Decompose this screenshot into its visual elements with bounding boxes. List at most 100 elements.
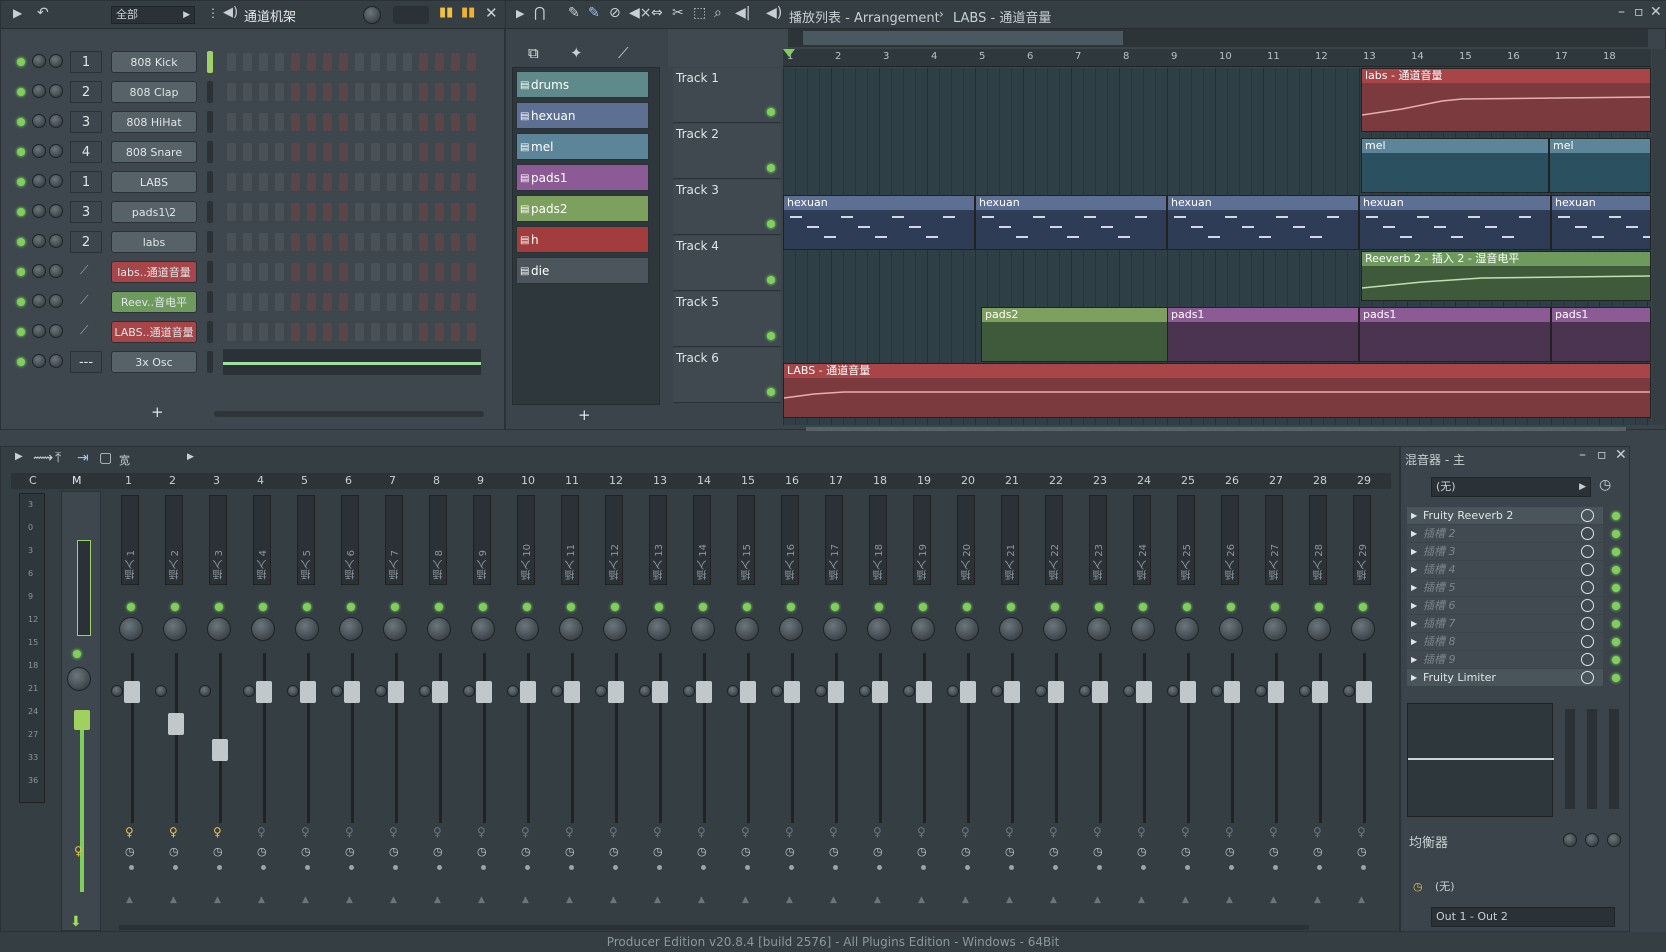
track-mute-led[interactable] bbox=[767, 276, 775, 284]
slip-icon[interactable]: ⇔ bbox=[651, 5, 663, 21]
send-arrow-icon[interactable]: ▲ bbox=[126, 895, 133, 905]
clock-icon[interactable]: ◷ bbox=[125, 845, 135, 858]
minimize-icon[interactable]: – bbox=[1618, 4, 1625, 20]
insert-enable-led[interactable] bbox=[963, 603, 971, 611]
input-dropdown[interactable]: ◷ (无) bbox=[1411, 877, 1621, 897]
channel-select-indicator[interactable] bbox=[207, 351, 213, 373]
channel-name-button[interactable]: labs bbox=[111, 231, 197, 253]
routing-icon[interactable]: ♀ bbox=[125, 825, 134, 839]
insert-enable-led[interactable] bbox=[1183, 603, 1191, 611]
track-mute-led[interactable] bbox=[767, 164, 775, 172]
send-arrow-icon[interactable]: ▲ bbox=[1182, 895, 1189, 905]
insert-enable-led[interactable] bbox=[611, 603, 619, 611]
channel-track-number[interactable]: 3 bbox=[70, 111, 102, 133]
insert-name-label[interactable]: 插入 2 bbox=[165, 495, 183, 585]
clip-track5-pads2[interactable]: pads2 bbox=[981, 307, 1173, 362]
insert-enable-led[interactable] bbox=[1359, 603, 1367, 611]
eq-band-fader-1[interactable] bbox=[1565, 709, 1575, 809]
step-button[interactable] bbox=[243, 113, 252, 131]
routing-icon[interactable]: ♀ bbox=[1005, 825, 1014, 839]
fx-slot[interactable]: ▶ 插槽 2 bbox=[1407, 525, 1620, 543]
insert-name-label[interactable]: 插入 6 bbox=[341, 495, 359, 585]
channel-led[interactable] bbox=[17, 238, 25, 246]
step-button[interactable] bbox=[291, 173, 300, 191]
step-button[interactable] bbox=[275, 53, 284, 71]
step-button[interactable] bbox=[323, 83, 332, 101]
step-button[interactable] bbox=[467, 203, 476, 221]
send-dot[interactable] bbox=[789, 865, 794, 870]
channel-led[interactable] bbox=[17, 268, 25, 276]
stereo-knob[interactable] bbox=[287, 685, 299, 697]
insert-name-label[interactable]: 插入 20 bbox=[957, 495, 975, 585]
send-dot[interactable] bbox=[1361, 865, 1366, 870]
send-dot[interactable] bbox=[833, 865, 838, 870]
insert-name-label[interactable]: 插入 27 bbox=[1265, 495, 1283, 585]
step-button[interactable] bbox=[467, 83, 476, 101]
clip-track3-hexuan[interactable]: hexuan bbox=[975, 195, 1167, 250]
insert-enable-led[interactable] bbox=[1007, 603, 1015, 611]
slot-enable-led[interactable] bbox=[1612, 638, 1620, 646]
insert-name-label[interactable]: 插入 15 bbox=[737, 495, 755, 585]
insert-name-label[interactable]: 插入 19 bbox=[913, 495, 931, 585]
step-button[interactable] bbox=[467, 113, 476, 131]
stereo-knob[interactable] bbox=[199, 685, 211, 697]
channel-track-number[interactable]: 1 bbox=[70, 171, 102, 193]
step-button[interactable] bbox=[403, 113, 412, 131]
insert-name-label[interactable]: 插入 10 bbox=[517, 495, 535, 585]
step-button[interactable] bbox=[371, 113, 380, 131]
send-dot[interactable] bbox=[701, 865, 706, 870]
send-arrow-icon[interactable]: ⬇ bbox=[70, 914, 82, 930]
stereo-knob[interactable] bbox=[155, 685, 167, 697]
clock-icon[interactable]: ◷ bbox=[741, 845, 751, 858]
step-button[interactable] bbox=[259, 293, 268, 311]
channel-track-number[interactable]: --- bbox=[70, 351, 102, 373]
step-button[interactable] bbox=[387, 53, 396, 71]
insert-enable-led[interactable] bbox=[1315, 603, 1323, 611]
rack-scrollbar[interactable] bbox=[214, 411, 484, 417]
routing-icon[interactable]: ♀ bbox=[609, 825, 618, 839]
step-button[interactable] bbox=[339, 323, 348, 341]
eq-graph[interactable] bbox=[1407, 703, 1554, 817]
volume-knob[interactable] bbox=[49, 84, 63, 98]
insert-name-label[interactable]: 插入 14 bbox=[693, 495, 711, 585]
step-button[interactable] bbox=[307, 53, 316, 71]
clock-icon[interactable]: ◷ bbox=[1599, 477, 1611, 493]
send-arrow-icon[interactable]: ▲ bbox=[1094, 895, 1101, 905]
step-button[interactable] bbox=[371, 323, 380, 341]
step-button[interactable] bbox=[339, 83, 348, 101]
volume-fader[interactable] bbox=[828, 681, 844, 703]
channel-select-indicator[interactable] bbox=[207, 261, 213, 283]
clock-icon[interactable]: ◷ bbox=[653, 845, 663, 858]
clip-track6-automation[interactable]: LABS - 通道音量 bbox=[783, 363, 1651, 418]
insert-name-label[interactable]: 插入 5 bbox=[297, 495, 315, 585]
stereo-knob[interactable] bbox=[463, 685, 475, 697]
step-button[interactable] bbox=[259, 233, 268, 251]
volume-fader[interactable] bbox=[344, 681, 360, 703]
clock-icon[interactable]: ◷ bbox=[917, 845, 927, 858]
channel-select-indicator[interactable] bbox=[207, 141, 213, 163]
send-arrow-icon[interactable]: ▲ bbox=[566, 895, 573, 905]
play-arrow-icon[interactable]: ▶ bbox=[15, 451, 23, 462]
send-dot[interactable] bbox=[525, 865, 530, 870]
volume-fader[interactable] bbox=[1224, 681, 1240, 703]
insert-enable-led[interactable] bbox=[919, 603, 927, 611]
close-icon[interactable]: ✕ bbox=[485, 4, 498, 22]
step-button[interactable] bbox=[371, 53, 380, 71]
pan-knob[interactable] bbox=[471, 617, 495, 641]
slot-enable-led[interactable] bbox=[1612, 512, 1620, 520]
channel-name-button[interactable]: 3x Osc bbox=[111, 351, 197, 373]
step-button[interactable] bbox=[371, 83, 380, 101]
step-button[interactable] bbox=[451, 83, 460, 101]
clock-icon[interactable]: ◷ bbox=[1181, 845, 1191, 858]
stereo-knob[interactable] bbox=[1343, 685, 1355, 697]
volume-fader[interactable] bbox=[696, 681, 712, 703]
breadcrumb-target[interactable]: LABS - 通道音量 bbox=[953, 7, 1051, 26]
step-button[interactable] bbox=[227, 323, 236, 341]
send-arrow-icon[interactable]: ▲ bbox=[1314, 895, 1321, 905]
clip-track1-automation[interactable]: labs - 通道音量 bbox=[1361, 68, 1651, 132]
track-header[interactable]: Track 2 bbox=[673, 124, 781, 179]
step-button[interactable] bbox=[451, 323, 460, 341]
pan-knob[interactable] bbox=[603, 617, 627, 641]
clock-icon[interactable]: ◷ bbox=[1357, 845, 1367, 858]
step-button[interactable] bbox=[387, 233, 396, 251]
